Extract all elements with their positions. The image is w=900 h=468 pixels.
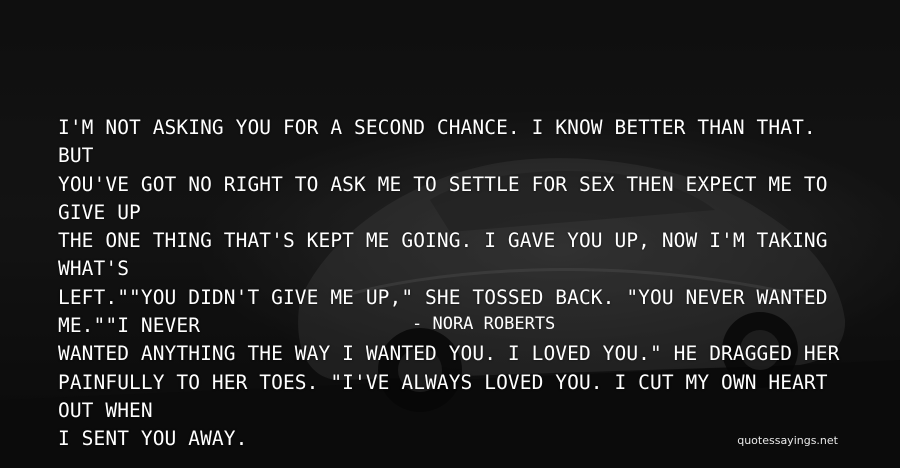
quote-line: YOU'VE GOT NO RIGHT TO ASK ME TO SETTLE … bbox=[58, 172, 828, 224]
quote-line: THE ONE THING THAT'S KEPT ME GOING. I GA… bbox=[58, 229, 828, 281]
quote-line: I SENT YOU AWAY. bbox=[58, 427, 248, 451]
quote-line: I'M NOT ASKING YOU FOR A SECOND CHANCE. … bbox=[58, 116, 816, 168]
quote-text: I'M NOT ASKING YOU FOR A SECOND CHANCE. … bbox=[58, 114, 848, 454]
quote-image: I'M NOT ASKING YOU FOR A SECOND CHANCE. … bbox=[0, 0, 900, 468]
quote-author: - NORA ROBERTS bbox=[412, 314, 556, 334]
quote-line: PAINFULLY TO HER TOES. "I'VE ALWAYS LOVE… bbox=[58, 370, 828, 422]
site-watermark: quotessayings.net bbox=[737, 434, 838, 447]
quote-line: WANTED ANYTHING THE WAY I WANTED YOU. I … bbox=[58, 342, 840, 366]
